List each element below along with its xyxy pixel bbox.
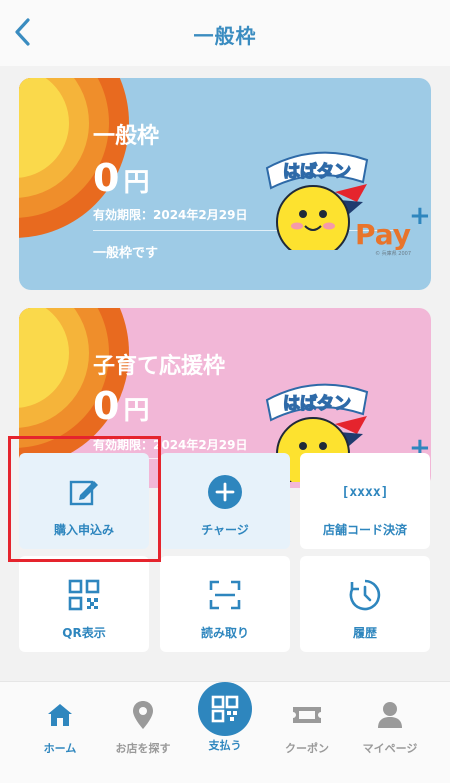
plus-circle-icon [207,475,243,509]
svg-text:はばタン: はばタン [283,162,351,182]
store-code-payment-button[interactable]: [xxxx] 店舗コード決済 [300,453,430,549]
ticket-icon [262,700,352,730]
scan-button[interactable]: 読み取り [160,556,290,652]
charge-button[interactable]: チャージ [160,453,290,549]
qr-pay-icon [211,695,239,723]
nav-find-store[interactable]: お店を探す [98,700,188,756]
general-balance-card[interactable]: 一般枠 0円 有効期限：2024年2月29日 一般枠です はばタン Pay + … [19,78,431,290]
habatan-mascot-logo: はばタン Pay + [265,151,431,250]
svg-text:+: + [409,201,431,231]
nav-coupon[interactable]: クーポン [262,700,352,756]
app-header: 一般枠 [0,0,450,66]
qr-icon [68,578,100,612]
svg-text:Pay: Pay [355,218,411,250]
page-title: 一般枠 [193,24,257,48]
pay-button[interactable] [198,682,252,736]
qr-display-button[interactable]: QR表示 [19,556,149,652]
person-icon [345,700,435,730]
nav-mypage[interactable]: マイページ [345,700,435,756]
copyright-note: © 兵庫県 2007 [375,251,411,257]
store-code-icon: [xxxx] [341,484,389,500]
location-pin-icon [98,700,188,730]
card-description: 一般枠です [93,246,159,261]
svg-text:はばタン: はばタン [283,394,351,414]
balance-amount: 0円 [93,156,150,200]
highlight-box [8,436,161,562]
history-button[interactable]: 履歴 [300,556,430,652]
card-title: 一般枠 [93,124,160,149]
home-icon [15,700,105,730]
card-title: 子育て応援枠 [93,354,226,379]
expiry-date: 有効期限：2024年2月29日 [93,208,248,222]
history-icon [349,578,381,612]
nav-home[interactable]: ホーム [15,700,105,756]
scan-icon [209,578,241,612]
nav-pay-label: 支払う [208,739,242,752]
balance-amount: 0円 [93,384,150,428]
